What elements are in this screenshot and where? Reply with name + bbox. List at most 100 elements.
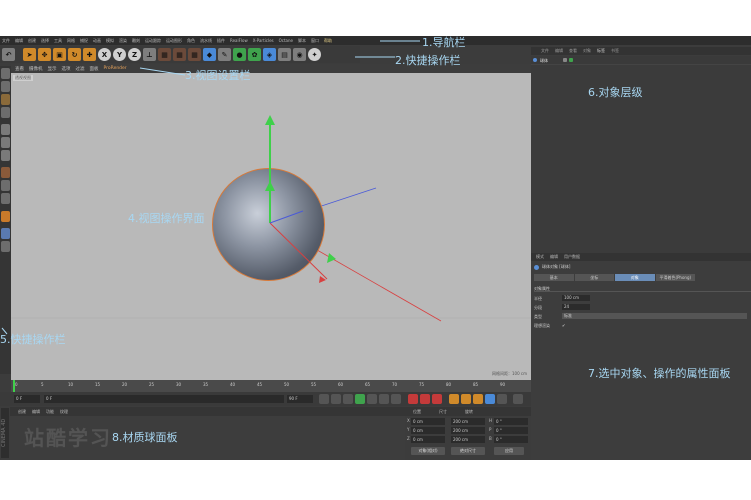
grid-icon[interactable] — [1, 241, 10, 252]
attr-tab-coord[interactable]: 坐标 — [574, 274, 614, 281]
material-menu-texture[interactable]: 纹理 — [60, 409, 68, 415]
undo-icon[interactable]: ↶ — [2, 48, 15, 61]
render-settings-icon[interactable]: ▦ — [188, 48, 201, 61]
coord-rot-field[interactable]: 0 ° — [494, 436, 528, 443]
edges-mode-icon[interactable] — [1, 137, 10, 148]
workplane-icon[interactable] — [1, 107, 10, 118]
prop-render-perfect-checkbox[interactable]: ✔ — [562, 323, 565, 328]
viewport-menu-options[interactable]: 选项 — [62, 66, 71, 72]
axis-z-icon[interactable]: Z — [128, 48, 141, 61]
menu-item-character[interactable]: 角色 — [187, 36, 195, 45]
om-menu-edit[interactable]: 编辑 — [555, 48, 563, 54]
menu-item-mesh[interactable]: 网格 — [67, 36, 75, 45]
viewport-menu-view[interactable]: 查看 — [15, 66, 24, 72]
playhead[interactable] — [13, 380, 15, 392]
next-key-icon[interactable] — [379, 394, 389, 404]
viewport-menu-cameras[interactable]: 摄像机 — [29, 66, 43, 72]
rotate-icon[interactable]: ↻ — [68, 48, 81, 61]
viewport[interactable]: 透视视图 网格间距：100 cm — [11, 73, 531, 380]
axis-x-icon[interactable]: X — [98, 48, 111, 61]
go-to-start-icon[interactable] — [319, 394, 329, 404]
polygons-mode-icon[interactable] — [1, 150, 10, 161]
coord-size-mode-select[interactable]: 绝对尺寸 — [451, 447, 485, 455]
viewport-menu-display[interactable]: 显示 — [48, 66, 57, 72]
coord-size-field[interactable]: 200 cm — [451, 436, 485, 443]
menu-item-snap[interactable]: 捕捉 — [80, 36, 88, 45]
coord-size-field[interactable]: 200 cm — [451, 418, 485, 425]
environment-icon[interactable]: ▤ — [278, 48, 291, 61]
cube-icon[interactable]: ◆ — [203, 48, 216, 61]
menu-item-motion-tracker[interactable]: 运动跟踪 — [145, 36, 161, 45]
attr-tab-object[interactable]: 对象 — [615, 274, 655, 281]
menu-item-mograph[interactable]: 运动图形 — [166, 36, 182, 45]
end-frame-field[interactable]: 90 F — [287, 395, 313, 403]
menu-item-octane[interactable]: Octane — [279, 36, 293, 45]
timeline-menu-icon[interactable] — [513, 394, 523, 404]
menu-item-pipeline[interactable]: 流水线 — [200, 36, 212, 45]
points-mode-icon[interactable] — [1, 124, 10, 135]
prop-segments-field[interactable]: 24 — [562, 304, 590, 310]
menu-item-select[interactable]: 选择 — [41, 36, 49, 45]
start-frame-field[interactable]: 0 F — [14, 395, 40, 403]
prop-type-select[interactable]: 标准 — [562, 313, 747, 319]
uv-mode-icon[interactable] — [1, 167, 10, 178]
menu-item-create[interactable]: 创建 — [28, 36, 36, 45]
visibility-dot-icon[interactable] — [563, 58, 567, 62]
viewport-menu-panel[interactable]: 面板 — [90, 66, 99, 72]
light-icon[interactable]: ✦ — [308, 48, 321, 61]
menu-item-realflow[interactable]: RealFlow — [230, 36, 248, 45]
viewport-menu-filter[interactable]: 过滤 — [76, 66, 85, 72]
next-frame-icon[interactable] — [367, 394, 377, 404]
snap-icon[interactable] — [1, 211, 10, 222]
key-rotation-icon[interactable] — [473, 394, 483, 404]
move-icon[interactable]: ✥ — [38, 48, 51, 61]
viewport-menu-prorender[interactable]: ProRender — [104, 66, 127, 71]
pen-icon[interactable]: ✎ — [218, 48, 231, 61]
render-region-icon[interactable]: ▦ — [158, 48, 171, 61]
om-menu-file[interactable]: 文件 — [541, 48, 549, 54]
array-icon[interactable]: ✿ — [248, 48, 261, 61]
go-to-end-icon[interactable] — [391, 394, 401, 404]
coord-rot-field[interactable]: 0 ° — [494, 418, 528, 425]
menu-item-help[interactable]: 帮助 — [324, 36, 332, 45]
material-menu-edit[interactable]: 编辑 — [32, 409, 40, 415]
keyframe-selection-icon[interactable] — [432, 394, 442, 404]
select-icon[interactable]: ➤ — [23, 48, 36, 61]
attr-tab-basic[interactable]: 基本 — [534, 274, 574, 281]
coord-pos-field[interactable]: 0 cm — [411, 436, 445, 443]
menu-item-xparticles[interactable]: X-Particles — [253, 36, 274, 45]
auto-key-icon[interactable] — [420, 394, 430, 404]
scale-icon[interactable]: ▣ — [53, 48, 66, 61]
play-icon[interactable] — [355, 394, 365, 404]
om-menu-objects[interactable]: 对象 — [583, 48, 591, 54]
key-param-icon[interactable] — [485, 394, 495, 404]
enabled-check-icon[interactable] — [569, 58, 573, 62]
menu-item-script[interactable]: 脚本 — [298, 36, 306, 45]
om-menu-bookmarks[interactable]: 书签 — [611, 48, 619, 54]
coord-apply-button[interactable]: 应用 — [494, 447, 524, 455]
key-position-icon[interactable] — [449, 394, 459, 404]
tweak-mode-icon[interactable] — [1, 193, 10, 204]
key-scale-icon[interactable] — [461, 394, 471, 404]
timeline[interactable]: 0 5 10 15 20 25 30 35 40 45 50 55 60 65 … — [11, 380, 531, 392]
rotate-handle-icon[interactable] — [327, 253, 336, 263]
subdivision-icon[interactable]: ● — [233, 48, 246, 61]
prev-key-icon[interactable] — [331, 394, 341, 404]
menu-item-tools[interactable]: 工具 — [54, 36, 62, 45]
menu-item-window[interactable]: 窗口 — [311, 36, 319, 45]
prev-frame-icon[interactable] — [343, 394, 353, 404]
texture-mode-icon[interactable] — [1, 94, 10, 105]
world-coords-icon[interactable]: ⊥ — [143, 48, 156, 61]
coord-pos-field[interactable]: 0 cm — [411, 427, 445, 434]
coord-mode-select[interactable]: 对象(相对) — [411, 447, 445, 455]
y-axis-arrow-icon[interactable] — [265, 115, 275, 125]
render-view-icon[interactable]: ▦ — [173, 48, 186, 61]
enable-axis-icon[interactable] — [1, 180, 10, 191]
coord-rot-field[interactable]: 0 ° — [494, 427, 528, 434]
om-menu-tags[interactable]: 标签 — [597, 48, 605, 54]
material-menu-function[interactable]: 功能 — [46, 409, 54, 415]
menu-item-plugins[interactable]: 插件 — [217, 36, 225, 45]
am-menu-edit[interactable]: 编辑 — [550, 254, 558, 260]
menu-item-file[interactable]: 文件 — [2, 36, 10, 45]
am-menu-mode[interactable]: 模式 — [536, 254, 544, 260]
